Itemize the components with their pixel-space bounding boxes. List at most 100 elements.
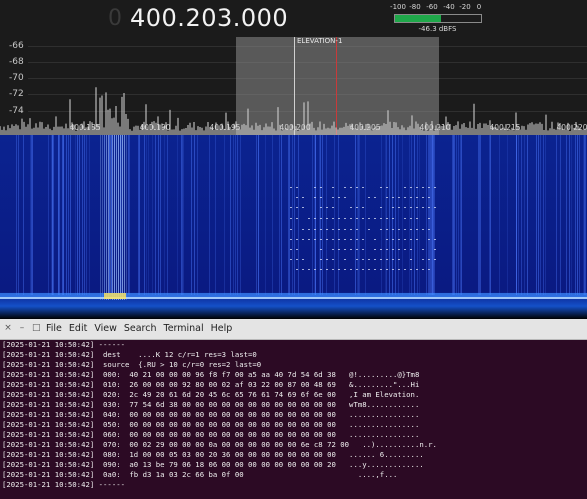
waterfall-streak [338, 269, 340, 270]
waterfall-streak [398, 229, 400, 230]
waterfall-streak [296, 239, 298, 240]
x-axis-label: 400.220 [556, 123, 587, 132]
x-axis-label: 400.215 [489, 123, 521, 132]
frequency-leading-digit: 0 [108, 6, 122, 31]
waterfall-streak [116, 135, 117, 300]
waterfall-streak [86, 135, 87, 295]
waterfall-streak [368, 259, 370, 260]
waterfall-streak [380, 259, 382, 260]
waterfall-streak [432, 135, 433, 295]
terminal-line: [2025-01-21 10:50:42] dest ....K 12 c/r=… [2, 350, 257, 359]
waterfall-streak [410, 229, 412, 230]
terminal-line: [2025-01-21 10:50:42] 0a0: fb d3 1a 03 2… [2, 470, 398, 479]
waterfall-streak [392, 259, 394, 260]
waterfall-streak [344, 229, 346, 230]
frequency-display[interactable]: 400.203.000 [130, 4, 288, 32]
waterfall-streak [338, 239, 340, 240]
waterfall-streak [416, 239, 418, 240]
menu-edit[interactable]: Edit [69, 323, 87, 334]
sdr-spectrum-panel[interactable]: 0 400.203.000 -100 -80 -60 -40 -20 0 -46… [0, 0, 587, 135]
waterfall-streak [422, 229, 424, 230]
waterfall-streak [338, 229, 340, 230]
waterfall-streak [58, 135, 59, 295]
terminal-line: [2025-01-21 10:50:42] 070: 00 02 29 00 0… [2, 440, 437, 449]
waterfall-streak [32, 135, 33, 295]
waterfall-streak [490, 135, 491, 295]
waterfall-streak [410, 259, 412, 260]
x-axis-label: 400.185 [69, 123, 101, 132]
waterfall-streak [380, 229, 382, 230]
waterfall-streak [181, 135, 182, 295]
signal-level-meter: -100 -80 -60 -40 -20 0 -46.3 dBFS [390, 3, 485, 35]
meter-tick: -100 [390, 3, 406, 11]
waterfall-streak [434, 207, 436, 208]
waterfall-streak [292, 135, 293, 295]
waterfall-streak [374, 218, 376, 219]
waterfall-streak [296, 187, 298, 188]
waterfall-streak [350, 187, 352, 188]
menu-search[interactable]: Search [124, 323, 157, 334]
waterfall-streak [402, 135, 403, 295]
waterfall-streak [183, 135, 184, 295]
waterfall-streak [148, 135, 149, 295]
waterfall-streak [224, 135, 225, 295]
meter-tick: -40 [443, 3, 455, 11]
menu-view[interactable]: View [94, 323, 117, 334]
menu-file[interactable]: File [46, 323, 62, 334]
waterfall-streak [386, 269, 388, 270]
waterfall-streak [584, 135, 585, 295]
waterfall-streak [398, 135, 399, 295]
minimize-icon[interactable]: – [18, 324, 26, 333]
waterfall-streak [118, 135, 119, 300]
waterfall-streak [155, 135, 156, 295]
waterfall-streak [279, 135, 280, 295]
x-axis-label: 400.190 [139, 123, 171, 132]
waterfall-streak [104, 293, 126, 299]
waterfall-streak [433, 135, 434, 295]
waterfall-streak [344, 239, 346, 240]
waterfall-streak [320, 239, 322, 240]
waterfall-streak [332, 187, 334, 188]
waterfall-streak [320, 249, 322, 250]
waterfall-streak [461, 135, 462, 295]
waterfall-streak [414, 135, 415, 295]
waterfall-streak [158, 135, 159, 295]
terminal-line: [2025-01-21 10:50:42] 000: 40 21 00 00 0… [2, 370, 420, 379]
waterfall-streak [272, 135, 273, 295]
waterfall-streak [79, 135, 80, 295]
waterfall-streak [428, 207, 430, 208]
waterfall-streak [434, 259, 436, 260]
waterfall-streak [290, 249, 292, 250]
menu-terminal[interactable]: Terminal [164, 323, 204, 334]
terminal-window[interactable]: × – □ File Edit View Search Terminal Hel… [0, 319, 587, 499]
waterfall-streak [362, 218, 364, 219]
menu-help[interactable]: Help [211, 323, 233, 334]
waterfall-streak [320, 187, 322, 188]
waterfall-streak [152, 135, 153, 295]
terminal-line: [2025-01-21 10:50:42] 040: 00 00 00 00 0… [2, 410, 420, 419]
waterfall-streak [422, 207, 424, 208]
waterfall-streak [429, 135, 430, 295]
terminal-output[interactable]: [2025-01-21 10:50:42] ------ [2025-01-21… [2, 340, 587, 498]
menu-bar: File Edit View Search Terminal Help [46, 323, 232, 334]
maximize-icon[interactable]: □ [32, 324, 41, 333]
waterfall-streak [18, 135, 19, 295]
waterfall-streak [314, 229, 316, 230]
waterfall-streak [556, 135, 557, 295]
waterfall-streak [398, 239, 400, 240]
waterfall-streak [362, 239, 364, 240]
waterfall-streak [392, 269, 394, 270]
waterfall-streak [430, 135, 431, 295]
waterfall-streak [281, 135, 282, 295]
close-icon[interactable]: × [4, 324, 12, 333]
waterfall-streak [344, 197, 346, 198]
waterfall-streak [386, 239, 388, 240]
waterfall-display[interactable] [0, 135, 587, 319]
waterfall-streak [296, 207, 298, 208]
waterfall-streak [110, 135, 111, 300]
waterfall-streak [258, 135, 259, 295]
waterfall-streak [182, 135, 183, 295]
waterfall-streak [380, 249, 382, 250]
waterfall-streak [392, 197, 394, 198]
waterfall-streak [416, 187, 418, 188]
